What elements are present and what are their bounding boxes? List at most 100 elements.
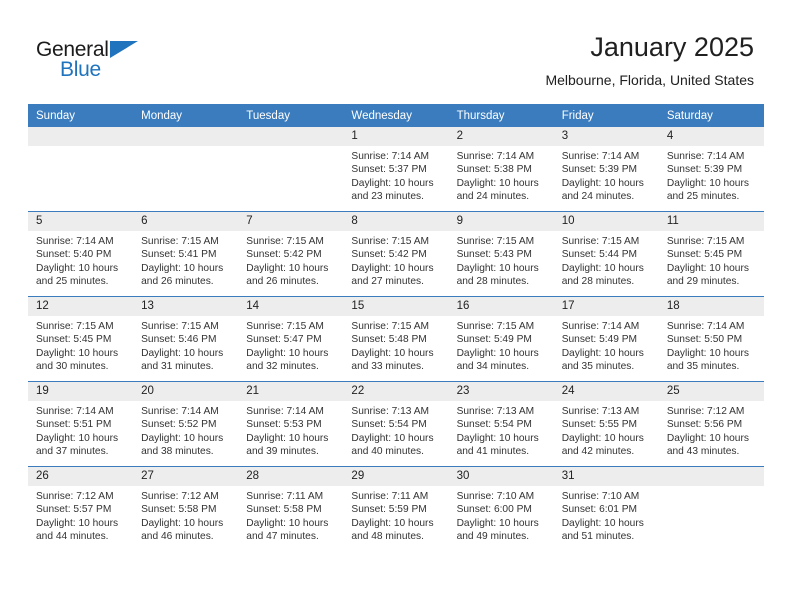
logo-text-blue: Blue bbox=[60, 58, 101, 81]
weekday-header-thursday: Thursday bbox=[448, 104, 554, 127]
sunrise-text: Sunrise: 7:15 AM bbox=[666, 236, 745, 247]
sunset-text: Sunset: 5:44 PM bbox=[561, 249, 638, 261]
calendar-day[interactable]: 27 Sunrise: 7:12 AM Sunset: 5:58 PM Dayligh… bbox=[133, 467, 239, 551]
sunrise-text: Sunrise: 7:14 AM bbox=[561, 151, 640, 162]
calendar-day[interactable]: 11 Sunrise: 7:15 AM Sunset: 5:45 PM Dayligh… bbox=[658, 212, 764, 296]
sunset-text: Sunset: 5:54 PM bbox=[456, 419, 532, 431]
calendar-cell: 3 Sunrise: 7:14 AM Sunset: 5:39 PM Daylight… bbox=[553, 127, 659, 212]
title-block: January 2025 Melbourne, Florida, United … bbox=[545, 30, 754, 89]
calendar-cell bbox=[238, 127, 344, 212]
calendar-day[interactable]: 26 Sunrise: 7:12 AM Sunset: 5:57 PM Dayligh… bbox=[28, 467, 134, 551]
day-details: Sunrise: 7:14 AM Sunset: 5:53 PM Daylight:… bbox=[238, 401, 343, 459]
sunset-text: Sunset: 6:00 PM bbox=[456, 504, 532, 516]
day-details: Sunrise: 7:14 AM Sunset: 5:50 PM Daylight:… bbox=[659, 316, 764, 374]
calendar-cell bbox=[658, 466, 764, 551]
calendar-week-row: 5 Sunrise: 7:14 AM Sunset: 5:40 PM Daylight… bbox=[28, 211, 764, 297]
calendar-day[interactable]: 21 Sunrise: 7:14 AM Sunset: 5:53 PM Dayligh… bbox=[238, 382, 344, 466]
day-number: 27 bbox=[133, 467, 239, 486]
calendar-day[interactable]: 16 Sunrise: 7:15 AM Sunset: 5:49 PM Dayligh… bbox=[448, 297, 554, 381]
calendar-day[interactable]: 18 Sunrise: 7:14 AM Sunset: 5:50 PM Dayligh… bbox=[658, 297, 764, 381]
day-details: Sunrise: 7:14 AM Sunset: 5:39 PM Daylight:… bbox=[554, 146, 659, 204]
daylight-text: Daylight: 10 hours and 28 minutes. bbox=[456, 262, 539, 288]
calendar-grid: Sunday Monday Tuesday Wednesday Thursday… bbox=[28, 104, 764, 551]
calendar-day[interactable]: 4 Sunrise: 7:14 AM Sunset: 5:39 PM Daylight… bbox=[658, 127, 764, 211]
calendar-day-empty bbox=[133, 127, 239, 211]
sunrise-text: Sunrise: 7:15 AM bbox=[351, 236, 430, 247]
calendar-day[interactable]: 15 Sunrise: 7:15 AM Sunset: 5:48 PM Dayligh… bbox=[343, 297, 449, 381]
calendar-day[interactable]: 17 Sunrise: 7:14 AM Sunset: 5:49 PM Dayligh… bbox=[553, 297, 659, 381]
calendar-cell bbox=[133, 127, 239, 212]
daylight-text: Daylight: 10 hours and 26 minutes. bbox=[246, 262, 329, 288]
sunset-text: Sunset: 5:40 PM bbox=[36, 249, 112, 261]
day-details: Sunrise: 7:14 AM Sunset: 5:40 PM Daylight:… bbox=[28, 231, 133, 289]
sunrise-text: Sunrise: 7:15 AM bbox=[456, 236, 535, 247]
calendar-day[interactable]: 8 Sunrise: 7:15 AM Sunset: 5:42 PM Daylight… bbox=[343, 212, 449, 296]
calendar-cell: 18 Sunrise: 7:14 AM Sunset: 5:50 PM Dayligh… bbox=[658, 296, 764, 382]
calendar-day[interactable]: 5 Sunrise: 7:14 AM Sunset: 5:40 PM Daylight… bbox=[28, 212, 134, 296]
calendar-day-empty bbox=[28, 127, 134, 211]
calendar-day[interactable]: 20 Sunrise: 7:14 AM Sunset: 5:52 PM Dayligh… bbox=[133, 382, 239, 466]
day-number: 2 bbox=[448, 127, 554, 146]
day-number: 26 bbox=[28, 467, 134, 486]
day-number: 4 bbox=[658, 127, 764, 146]
day-number: 13 bbox=[133, 297, 239, 316]
calendar-cell: 14 Sunrise: 7:15 AM Sunset: 5:47 PM Dayligh… bbox=[238, 296, 344, 382]
calendar-day[interactable]: 31 Sunrise: 7:10 AM Sunset: 6:01 PM Dayligh… bbox=[553, 467, 659, 551]
sunset-text: Sunset: 5:50 PM bbox=[666, 334, 743, 346]
day-number: 29 bbox=[343, 467, 449, 486]
calendar-header-row: Sunday Monday Tuesday Wednesday Thursday… bbox=[28, 104, 764, 127]
day-details: Sunrise: 7:14 AM Sunset: 5:49 PM Daylight:… bbox=[554, 316, 659, 374]
calendar-day[interactable]: 6 Sunrise: 7:15 AM Sunset: 5:41 PM Daylight… bbox=[133, 212, 239, 296]
calendar-day[interactable]: 24 Sunrise: 7:13 AM Sunset: 5:55 PM Dayligh… bbox=[553, 382, 659, 466]
calendar-cell: 11 Sunrise: 7:15 AM Sunset: 5:45 PM Dayligh… bbox=[658, 211, 764, 297]
calendar-day[interactable]: 25 Sunrise: 7:12 AM Sunset: 5:56 PM Dayligh… bbox=[658, 382, 764, 466]
calendar-day[interactable]: 23 Sunrise: 7:13 AM Sunset: 5:54 PM Dayligh… bbox=[448, 382, 554, 466]
sunrise-text: Sunrise: 7:11 AM bbox=[246, 491, 324, 502]
calendar-cell: 5 Sunrise: 7:14 AM Sunset: 5:40 PM Daylight… bbox=[28, 211, 134, 297]
calendar-day[interactable]: 1 Sunrise: 7:14 AM Sunset: 5:37 PM Daylight… bbox=[343, 127, 449, 211]
calendar-day[interactable]: 22 Sunrise: 7:13 AM Sunset: 5:54 PM Dayligh… bbox=[343, 382, 449, 466]
calendar-day[interactable]: 13 Sunrise: 7:15 AM Sunset: 5:46 PM Dayligh… bbox=[133, 297, 239, 381]
sunset-text: Sunset: 5:58 PM bbox=[141, 504, 217, 516]
calendar-day[interactable]: 14 Sunrise: 7:15 AM Sunset: 5:47 PM Dayligh… bbox=[238, 297, 344, 381]
calendar-day[interactable]: 30 Sunrise: 7:10 AM Sunset: 6:00 PM Dayligh… bbox=[448, 467, 554, 551]
daylight-text: Daylight: 10 hours and 24 minutes. bbox=[456, 177, 539, 203]
calendar-cell: 2 Sunrise: 7:14 AM Sunset: 5:38 PM Daylight… bbox=[448, 127, 554, 212]
daylight-text: Daylight: 10 hours and 41 minutes. bbox=[456, 432, 539, 458]
general-blue-logo[interactable]: General Blue bbox=[36, 38, 166, 84]
calendar-day[interactable]: 3 Sunrise: 7:14 AM Sunset: 5:39 PM Daylight… bbox=[553, 127, 659, 211]
daylight-text: Daylight: 10 hours and 23 minutes. bbox=[351, 177, 434, 203]
day-number: 15 bbox=[343, 297, 449, 316]
calendar-day[interactable]: 19 Sunrise: 7:14 AM Sunset: 5:51 PM Dayligh… bbox=[28, 382, 134, 466]
sunset-text: Sunset: 5:57 PM bbox=[36, 504, 112, 516]
day-details: Sunrise: 7:13 AM Sunset: 5:55 PM Daylight:… bbox=[554, 401, 659, 459]
daylight-text: Daylight: 10 hours and 51 minutes. bbox=[561, 517, 644, 543]
calendar-day[interactable]: 9 Sunrise: 7:15 AM Sunset: 5:43 PM Daylight… bbox=[448, 212, 554, 296]
calendar-cell: 1 Sunrise: 7:14 AM Sunset: 5:37 PM Daylight… bbox=[343, 127, 449, 212]
calendar-day[interactable]: 10 Sunrise: 7:15 AM Sunset: 5:44 PM Dayligh… bbox=[553, 212, 659, 296]
weekday-header-saturday: Saturday bbox=[658, 104, 764, 127]
sunrise-text: Sunrise: 7:10 AM bbox=[561, 491, 640, 502]
day-number bbox=[133, 127, 239, 146]
day-number: 1 bbox=[343, 127, 449, 146]
day-details: Sunrise: 7:15 AM Sunset: 5:43 PM Daylight:… bbox=[449, 231, 554, 289]
day-details: Sunrise: 7:12 AM Sunset: 5:58 PM Daylight:… bbox=[133, 486, 238, 544]
sunrise-text: Sunrise: 7:11 AM bbox=[351, 491, 429, 502]
calendar-day[interactable]: 7 Sunrise: 7:15 AM Sunset: 5:42 PM Daylight… bbox=[238, 212, 344, 296]
sunset-text: Sunset: 5:54 PM bbox=[351, 419, 427, 431]
calendar-day[interactable]: 2 Sunrise: 7:14 AM Sunset: 5:38 PM Daylight… bbox=[448, 127, 554, 211]
daylight-text: Daylight: 10 hours and 37 minutes. bbox=[36, 432, 119, 458]
sunset-text: Sunset: 5:45 PM bbox=[36, 334, 112, 346]
day-details: Sunrise: 7:15 AM Sunset: 5:42 PM Daylight:… bbox=[343, 231, 448, 289]
sunset-text: Sunset: 5:53 PM bbox=[246, 419, 322, 431]
daylight-text: Daylight: 10 hours and 29 minutes. bbox=[666, 262, 749, 288]
calendar-day[interactable]: 29 Sunrise: 7:11 AM Sunset: 5:59 PM Dayligh… bbox=[343, 467, 449, 551]
calendar-day[interactable]: 28 Sunrise: 7:11 AM Sunset: 5:58 PM Dayligh… bbox=[238, 467, 344, 551]
daylight-text: Daylight: 10 hours and 35 minutes. bbox=[666, 347, 749, 373]
calendar-day[interactable]: 12 Sunrise: 7:15 AM Sunset: 5:45 PM Dayligh… bbox=[28, 297, 134, 381]
sunrise-text: Sunrise: 7:15 AM bbox=[561, 236, 640, 247]
calendar-week-row: 26 Sunrise: 7:12 AM Sunset: 5:57 PM Dayligh… bbox=[28, 466, 764, 551]
daylight-text: Daylight: 10 hours and 35 minutes. bbox=[561, 347, 644, 373]
sunset-text: Sunset: 5:45 PM bbox=[666, 249, 743, 261]
daylight-text: Daylight: 10 hours and 40 minutes. bbox=[351, 432, 434, 458]
